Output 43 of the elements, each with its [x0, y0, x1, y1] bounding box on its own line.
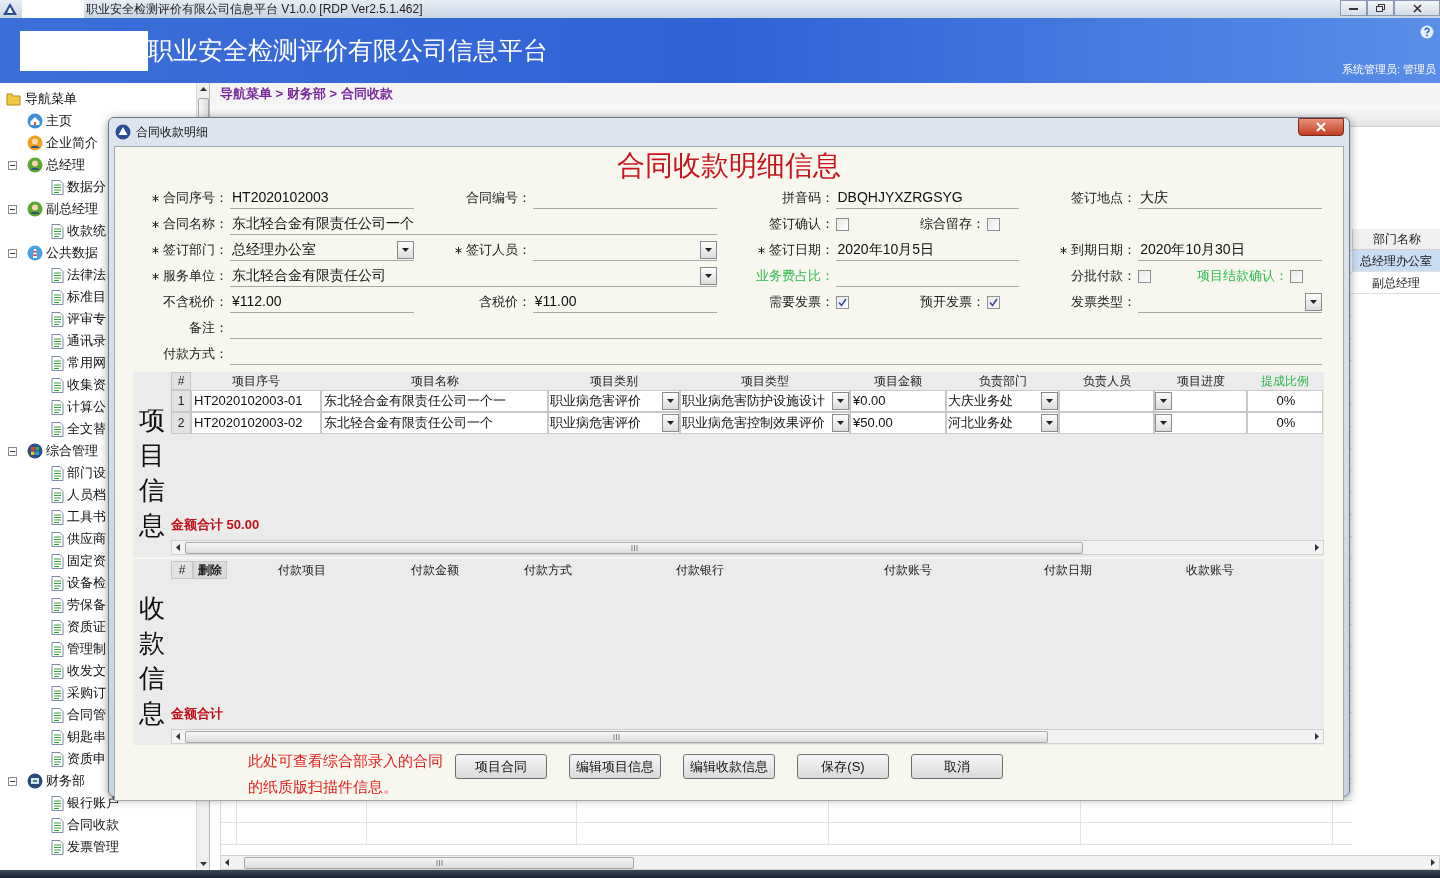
- field-label: 拼音码：: [781, 189, 834, 208]
- table-cell: ¥50.00: [850, 412, 946, 434]
- field-label: 服务单位：: [163, 267, 228, 286]
- amount-total: 金额合计 50.00: [171, 515, 261, 534]
- table-cell: 0%: [1247, 390, 1323, 412]
- field-label: 签订部门：: [163, 241, 228, 260]
- field-label: 不含税价：: [163, 293, 228, 312]
- table-cell: 东北轻合金有限责任公司一个一: [321, 390, 548, 412]
- field-label: 签订日期：: [768, 241, 834, 260]
- field-label: 合同名称：: [163, 215, 228, 234]
- field-label: 到期日期：: [1071, 241, 1137, 260]
- dialog-heading: 合同收款明细信息: [617, 149, 841, 183]
- field-label: 需要发票：: [768, 293, 834, 312]
- amount-total: 金额合计: [171, 704, 224, 723]
- table-cell: 东北轻合金有限责任公司一个: [321, 412, 548, 434]
- note-text: 此处可查看综合部录入的合同的纸质版扫描件信息。: [248, 751, 444, 797]
- section-label: 项目信息: [139, 403, 165, 542]
- field-label: 业务费占比：: [755, 267, 834, 286]
- banner-title: 职业安全检测评价有限公司信息平台: [148, 34, 548, 66]
- field-label: 备注：: [189, 319, 228, 338]
- field-label: 签订确认：: [768, 215, 834, 234]
- field-label: 含税价：: [478, 293, 531, 312]
- dialog-title: 合同收款明细: [136, 124, 208, 141]
- field-label: 签订人员：: [465, 241, 531, 260]
- field-label: 发票类型：: [1071, 293, 1137, 312]
- field-label: 项目结款确认：: [1196, 267, 1288, 286]
- row-number: 2: [171, 412, 191, 434]
- field-label: 付款方式：: [163, 345, 228, 364]
- field-label: 合同序号：: [163, 189, 228, 208]
- field-label: 综合留存：: [919, 215, 985, 234]
- field-label: 合同编号：: [465, 189, 531, 208]
- table-cell: HT2020102003-02: [191, 412, 321, 434]
- breadcrumb: 导航菜单 > 财务部 > 合同收款: [220, 85, 393, 104]
- window-title: 职业安全检测评价有限公司信息平台 V1.0.0 [RDP Ver2.5.1.462]: [86, 1, 423, 18]
- field-label: 分批付款：: [1071, 267, 1137, 286]
- field-label: 预开发票：: [919, 293, 985, 312]
- row-number: 1: [171, 390, 191, 412]
- table-cell: 0%: [1247, 412, 1323, 434]
- table-cell: HT2020102003-01: [191, 390, 321, 412]
- section-label: 收款信息: [139, 591, 165, 730]
- field-label: 签订地点：: [1071, 189, 1137, 208]
- user-label: 系统管理员: 管理员: [1341, 61, 1436, 77]
- table-cell: ¥0.00: [850, 390, 946, 412]
